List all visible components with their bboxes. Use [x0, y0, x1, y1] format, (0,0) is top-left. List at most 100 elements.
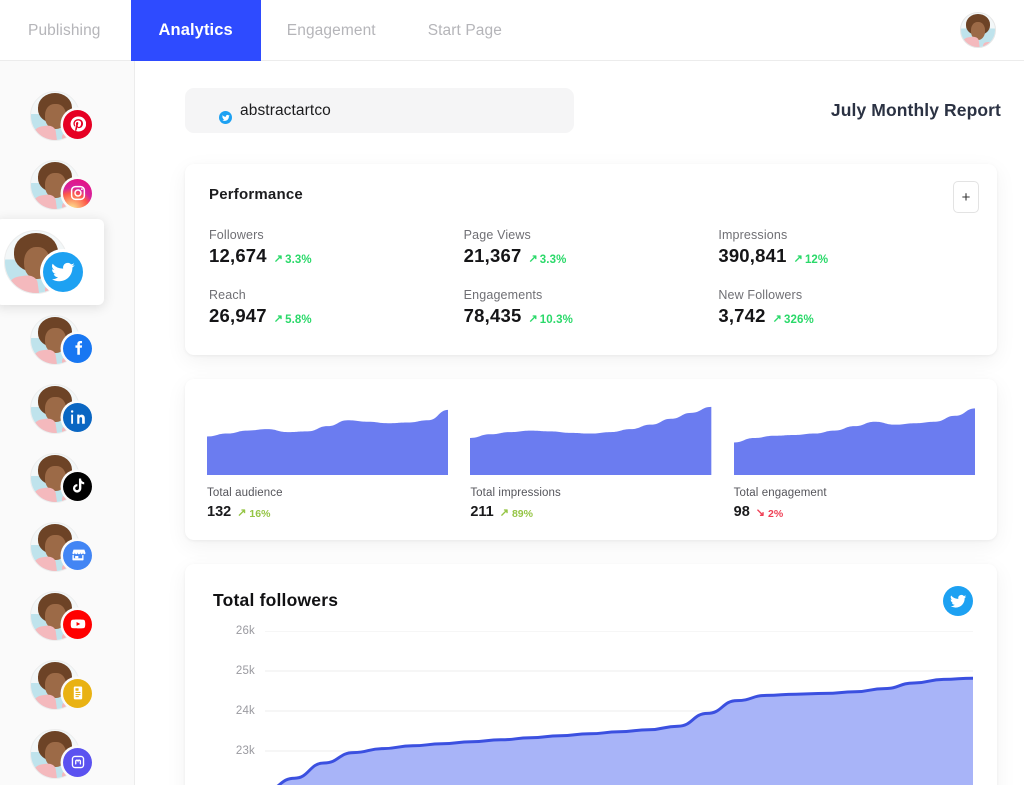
rail-avatar-wrap: [30, 314, 92, 365]
arrow-up-icon: ↗: [273, 253, 284, 265]
linkedin-icon: [63, 402, 92, 432]
page-title: July Monthly Report: [830, 100, 1001, 120]
sparkline-block: Total impressions 211 ↗ 89%: [470, 401, 712, 520]
metric-delta-value: 10.3%: [539, 313, 573, 326]
tab-analytics[interactable]: Analytics: [130, 0, 261, 61]
arrow-up-icon: ↗: [793, 253, 803, 265]
rail-avatar-wrap: [4, 230, 83, 294]
facebook-icon: [63, 333, 92, 363]
sparkline-delta-value: 2%: [768, 507, 784, 520]
analytics-app: Publishing Analytics Engagement Start Pa…: [0, 0, 1024, 785]
yelp-icon: [63, 678, 92, 708]
rail-item-mastodon[interactable]: [0, 719, 134, 785]
content-header: abstractartco July Monthly Report: [135, 61, 1024, 133]
chart-plot-area: [265, 631, 973, 785]
sparkline-chart: [733, 408, 975, 475]
rail-avatar-wrap: [30, 521, 92, 572]
sparkline-value: 98: [733, 504, 750, 520]
account-avatar-wrap: [203, 99, 232, 124]
metric-delta-value: 12%: [804, 253, 829, 266]
metric-cell: Page Views 21,367 ↗ 3.3%: [464, 228, 719, 267]
sparkline-value: 211: [470, 504, 494, 520]
metric-delta-value: 326%: [783, 313, 814, 326]
metric-row: 3,742 ↗ 326%: [718, 305, 973, 327]
rail-item-yelp[interactable]: [0, 650, 134, 719]
total-followers-title: Total followers: [213, 590, 339, 610]
metric-row: 26,947 ↗ 5.8%: [209, 305, 464, 327]
metric-value: 12,674: [209, 245, 267, 266]
metric-cell: Engagements 78,435 ↗ 10.3%: [464, 288, 719, 327]
summary-sparklines-card: Total audience 132 ↗ 16% Total impressions 21…: [185, 379, 997, 540]
rail-avatar-wrap: [30, 452, 92, 503]
sparkline-chart: [207, 409, 449, 475]
metric-delta-up: ↗ 5.8%: [274, 314, 312, 326]
metric-delta-up: ↗ 12%: [794, 254, 829, 266]
sparkline-block: Total engagement 98 ↘ 2%: [733, 401, 975, 520]
avatar[interactable]: [960, 12, 996, 48]
tab-start-page[interactable]: Start Page: [402, 0, 528, 61]
sparkline-chart: [470, 406, 712, 475]
youtube-icon: [63, 609, 92, 639]
pinterest-icon: [63, 109, 92, 139]
nav-tabs: Publishing Analytics Engagement Start Pa…: [0, 0, 528, 61]
rail-item-linkedin[interactable]: [0, 374, 134, 443]
metric-cell: Reach 26,947 ↗ 5.8%: [209, 288, 464, 327]
metric-label: Engagements: [463, 288, 543, 302]
arrow-up-icon: ↗: [528, 253, 538, 265]
sparkline-label: Total impressions: [470, 487, 561, 499]
arrow-up-icon: ↗: [772, 313, 782, 325]
google-business-icon: [63, 540, 92, 570]
arrow-up-icon: ↗: [499, 507, 509, 519]
sparkline-label: Total engagement: [733, 487, 827, 499]
metric-delta-up: ↗ 3.3%: [274, 254, 312, 266]
rail-avatar-wrap: [30, 659, 92, 710]
rail-item-facebook[interactable]: [0, 305, 134, 374]
metric-value: 78,435: [463, 305, 522, 326]
top-navigation-bar: Publishing Analytics Engagement Start Pa…: [0, 0, 1024, 61]
rail-avatar-wrap: [30, 728, 92, 779]
metric-label: New Followers: [718, 288, 803, 302]
sparkline-label: Total audience: [207, 487, 283, 499]
arrow-up-icon: ↗: [273, 313, 284, 325]
rail-item-twitter[interactable]: [0, 219, 104, 305]
metric-value: 3,742: [718, 305, 766, 326]
rail-item-google-business[interactable]: [0, 512, 134, 581]
metric-value: 21,367: [463, 245, 522, 266]
twitter-icon: [43, 252, 83, 292]
account-selector[interactable]: abstractartco: [185, 88, 574, 133]
metric-label: Followers: [209, 228, 264, 242]
mastodon-icon: [63, 747, 92, 777]
main-content: abstractartco July Monthly Report Perfor…: [135, 61, 1024, 785]
metric-delta-up: ↗ 3.3%: [528, 254, 566, 266]
rail-item-tiktok[interactable]: [0, 443, 134, 512]
metric-cell: New Followers 3,742 ↗ 326%: [718, 288, 973, 327]
sparkline-value: 132: [207, 504, 232, 520]
account-name: abstractartco: [240, 101, 331, 119]
metric-label: Reach: [209, 288, 246, 302]
account-rail[interactable]: [0, 61, 135, 785]
tab-engagement[interactable]: Engagement: [261, 0, 402, 61]
sparkline-value-row: 132 ↗ 16%: [207, 504, 448, 520]
metric-value: 390,841: [718, 245, 787, 266]
metric-cell: Followers 12,674 ↗ 3.3%: [209, 228, 464, 267]
tab-publishing[interactable]: Publishing: [0, 0, 131, 61]
followers-area-chart: [265, 631, 973, 785]
total-followers-plot: 26k25k24k23k22k: [213, 625, 973, 785]
arrow-up-icon: ↗: [237, 507, 247, 519]
metric-row: 12,674 ↗ 3.3%: [209, 245, 464, 267]
metric-delta-up: ↗ 326%: [773, 314, 814, 326]
rail-item-pinterest[interactable]: [0, 81, 134, 150]
add-metric-button[interactable]: +: [953, 181, 979, 213]
rail-avatar-wrap: [30, 590, 92, 641]
rail-avatar-wrap: [30, 90, 92, 141]
rail-item-instagram[interactable]: [0, 150, 134, 219]
rail-item-youtube[interactable]: [0, 581, 134, 650]
sparkline-value-row: 211 ↗ 89%: [470, 504, 711, 520]
nav-right-section: [960, 0, 1024, 60]
metric-delta-value: 5.8%: [285, 313, 312, 326]
metric-delta-value: 3.3%: [285, 253, 312, 266]
y-axis-tick-label: 24k: [235, 705, 255, 717]
metric-row: 21,367 ↗ 3.3%: [464, 245, 719, 267]
sparkline-block: Total audience 132 ↗ 16%: [207, 401, 449, 520]
twitter-icon: [219, 111, 232, 124]
